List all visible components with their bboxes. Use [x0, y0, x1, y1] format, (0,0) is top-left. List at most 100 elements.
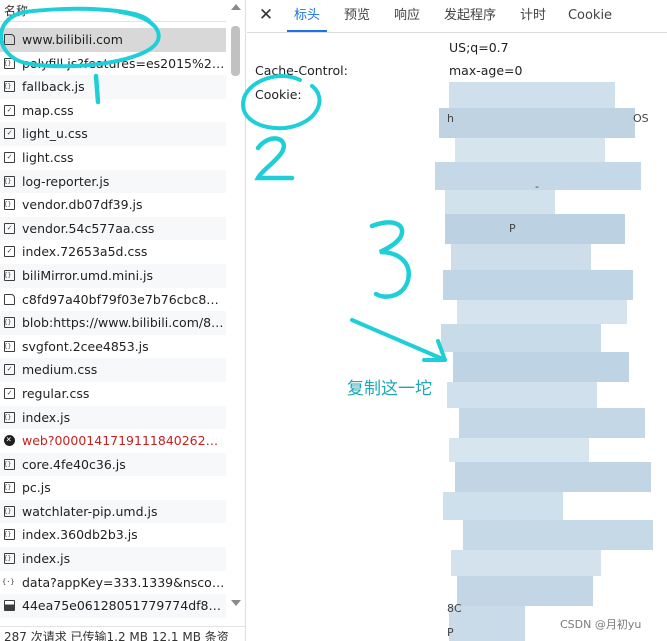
tab-preview[interactable]: 预览 — [337, 0, 377, 32]
request-name: watchlater-pip.umd.js — [22, 503, 158, 519]
request-row[interactable]: biliMirror.umd.mini.js — [0, 263, 226, 288]
request-name: blob:https://www.bilibili.com/83... — [22, 315, 226, 331]
stylesheet-icon — [4, 128, 15, 140]
script-icon — [4, 199, 15, 211]
request-row[interactable]: svgfont.2cee4853.js — [0, 335, 226, 359]
script-icon — [4, 411, 15, 423]
request-row[interactable]: web?000014171911184026​2htt... — [0, 429, 226, 453]
request-row[interactable]: medium.css — [0, 358, 226, 382]
stray-fragment: P — [447, 626, 454, 639]
request-row[interactable]: index.360db2b3.js — [0, 523, 226, 547]
data-icon — [2, 577, 15, 588]
request-name: index.360db2b3.js — [22, 527, 138, 543]
request-name: regular.css — [22, 385, 90, 401]
request-name: log-reporter.js — [22, 173, 110, 189]
script-icon — [4, 81, 15, 93]
request-name: index.72653a5d.css — [22, 244, 148, 260]
document-icon — [4, 34, 15, 45]
script-icon — [4, 57, 15, 69]
request-name: light.css — [22, 149, 74, 165]
request-row[interactable]: light_u.css — [0, 122, 226, 146]
request-row[interactable]: blob:https://www.bilibili.com/83... — [0, 311, 226, 335]
scroll-up-arrow-icon[interactable] — [231, 4, 241, 10]
stray-fragment: 8C — [447, 602, 462, 615]
request-name: c8fd97a40bf79f03e7b76cbc872... — [22, 291, 226, 307]
header-value-accept-language: US;q=0.7 — [449, 40, 509, 55]
request-rows: www.bilibili.com polyfill.js?features=es2… — [0, 28, 226, 618]
request-name: biliMirror.umd.mini.js — [22, 267, 154, 283]
request-list-panel: 名称 www.bilibili.com polyfill.js?features=… — [0, 0, 246, 641]
request-list-scrollbar[interactable] — [228, 0, 244, 617]
request-row[interactable]: watchlater-pip.umd.js — [0, 499, 226, 524]
request-row[interactable]: map.css — [0, 99, 226, 123]
script-icon — [4, 482, 15, 494]
stylesheet-icon — [4, 104, 15, 116]
stray-fragment: OS — [633, 112, 649, 125]
document-icon — [4, 293, 15, 305]
tab-response[interactable]: 响应 — [387, 0, 427, 32]
request-name: web?000014171911184026​2htt... — [22, 433, 226, 449]
script-icon — [4, 317, 15, 329]
error-icon — [4, 435, 15, 447]
request-row[interactable]: pc.js — [0, 476, 226, 500]
script-icon — [4, 340, 15, 352]
request-row[interactable]: c8fd97a40bf79f03e7b76cbc872... — [0, 288, 226, 312]
stylesheet-icon — [4, 387, 15, 399]
script-icon — [4, 505, 15, 517]
request-name: vendor.db07df39.js — [22, 197, 143, 213]
stylesheet-icon — [4, 151, 15, 163]
request-name: light_u.css — [22, 126, 88, 142]
request-row[interactable]: log-reporter.js — [0, 169, 226, 194]
request-row[interactable]: index.72653a5d.css — [0, 240, 226, 264]
name-column-header[interactable]: 名称 — [0, 0, 226, 22]
request-name: map.css — [22, 102, 74, 118]
header-name-cache-control: Cache-Control: — [255, 63, 348, 78]
request-row[interactable]: index.js — [0, 547, 226, 571]
stray-fragment: P — [509, 222, 516, 235]
request-row[interactable]: fallback.js — [0, 75, 226, 99]
request-row[interactable]: index.js — [0, 405, 226, 430]
request-name: vendor.54c577aa.css — [22, 220, 155, 236]
tab-cookie[interactable]: Cookie — [563, 0, 617, 32]
request-row[interactable]: 44ea75e06128051779774df878f... — [0, 594, 226, 618]
request-name: svgfont.2cee4853.js — [22, 338, 149, 354]
request-detail-panel: ✕ 标头 预览 响应 发起程序 计时 Cookie US;q=0.7 Cache… — [247, 0, 667, 641]
request-name: index.js — [22, 409, 71, 425]
stray-fragment: - — [535, 180, 539, 193]
request-row[interactable]: vendor.54c577aa.css — [0, 216, 226, 241]
tab-initiator[interactable]: 发起程序 — [437, 0, 503, 32]
cookie-value-blurred[interactable]: h - P 8C P OS — [435, 76, 657, 641]
request-name: data?appKey=333.1339&nscod... — [22, 574, 226, 590]
script-icon — [4, 175, 15, 187]
request-row[interactable]: polyfill.js?features=es2015%2Ce... — [0, 52, 226, 76]
request-name: fallback.js — [22, 79, 85, 95]
stylesheet-icon — [4, 222, 15, 234]
scroll-down-arrow-icon[interactable] — [231, 600, 241, 606]
request-row[interactable]: light.css — [0, 146, 226, 170]
copy-this-annotation: 复制这一坨 — [347, 379, 432, 399]
request-name: pc.js — [22, 480, 51, 496]
stylesheet-icon — [4, 246, 15, 258]
request-name: 44ea75e06128051779774df878f... — [22, 598, 226, 614]
request-name: core.4fe40c36.js — [22, 456, 126, 472]
csdn-watermark: CSDN @月初yu — [560, 618, 642, 631]
request-row[interactable]: www.bilibili.com — [0, 28, 226, 52]
request-row[interactable]: data?appKey=333.1339&nscod... — [0, 571, 226, 595]
request-name: www.bilibili.com — [22, 32, 123, 47]
scroll-thumb[interactable] — [231, 26, 240, 76]
request-row[interactable]: core.4fe40c36.js — [0, 452, 226, 477]
tab-timing[interactable]: 计时 — [513, 0, 553, 32]
image-icon — [4, 600, 15, 612]
stylesheet-icon — [4, 364, 15, 376]
request-row[interactable]: regular.css — [0, 382, 226, 406]
request-name: polyfill.js?features=es2015%2Ce... — [22, 55, 226, 71]
tab-headers[interactable]: 标头 — [287, 0, 327, 32]
network-summary-status: 287 次请求 已传输1.2 MB 12.1 MB 条资 — [0, 626, 246, 641]
close-detail-icon[interactable]: ✕ — [257, 6, 275, 24]
request-row[interactable]: vendor.db07df39.js — [0, 193, 226, 217]
script-icon — [4, 458, 15, 470]
script-icon — [4, 529, 15, 541]
request-name: medium.css — [22, 362, 98, 378]
script-icon — [4, 269, 15, 281]
script-icon — [4, 553, 15, 565]
